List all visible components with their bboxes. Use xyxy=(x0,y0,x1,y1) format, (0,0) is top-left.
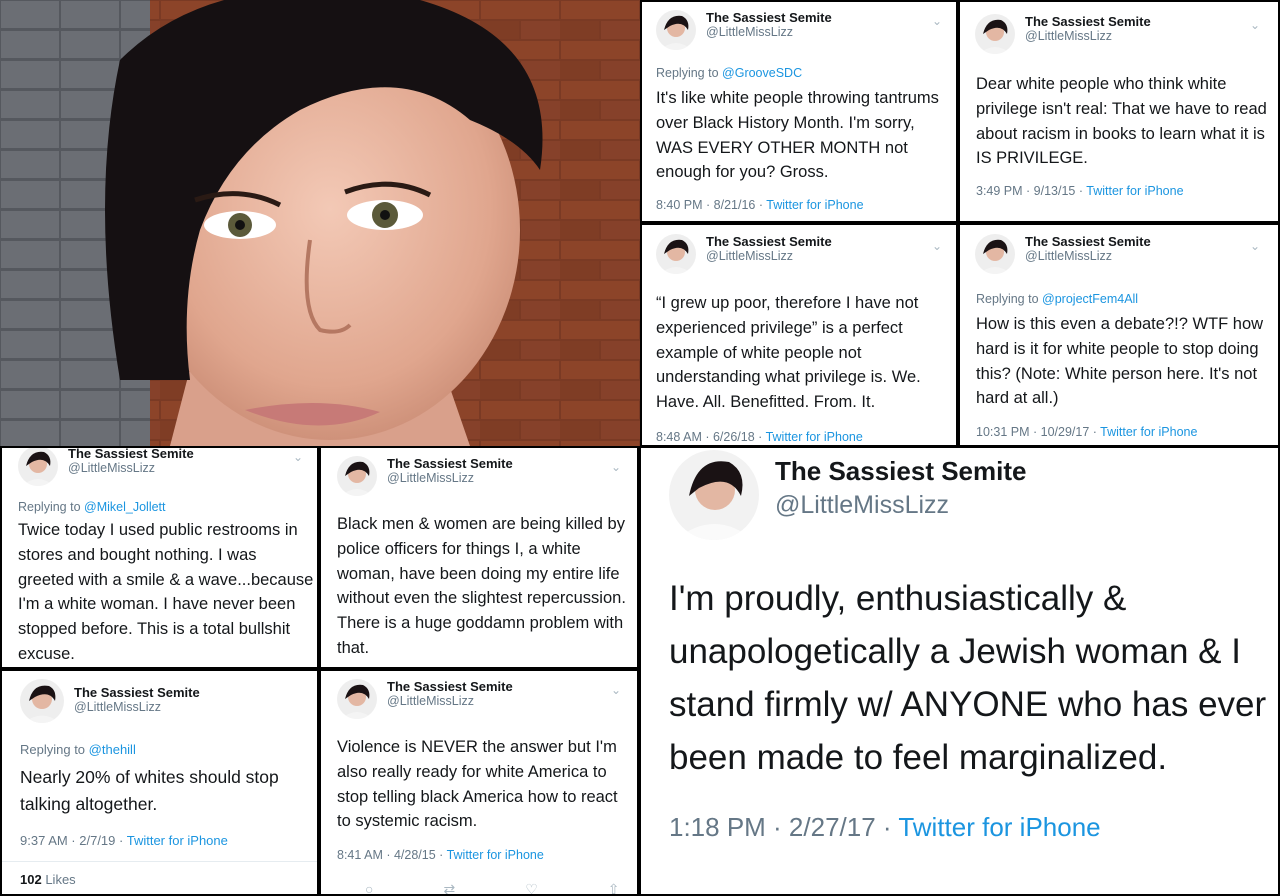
tweet-text: Nearly 20% of whites should stop talking … xyxy=(20,767,279,814)
tweet-text: How is this even a debate?!? WTF how hard… xyxy=(976,315,1264,408)
author-name[interactable]: The Sassiest Semite xyxy=(1025,14,1151,29)
avatar[interactable] xyxy=(18,448,58,486)
tweet-actions: ○ ⇄ ♡ ⇧ xyxy=(365,881,620,894)
source-link[interactable]: Twitter for iPhone xyxy=(898,812,1100,842)
author-name[interactable]: The Sassiest Semite xyxy=(706,10,832,25)
reply-to: Replying to @projectFem4All xyxy=(976,292,1139,306)
author-name[interactable]: The Sassiest Semite xyxy=(706,234,832,249)
chevron-down-icon[interactable]: ⌄ xyxy=(932,14,942,28)
tweet-text: Black men & women are being killed by pol… xyxy=(337,515,626,657)
author-handle[interactable]: @LittleMissLizz xyxy=(775,491,1026,520)
source-link[interactable]: Twitter for iPhone xyxy=(127,833,228,848)
chevron-down-icon[interactable]: ⌄ xyxy=(1250,239,1260,253)
retweet-icon[interactable]: ⇄ xyxy=(443,881,455,894)
avatar[interactable] xyxy=(20,679,64,723)
author-name[interactable]: The Sassiest Semite xyxy=(1025,234,1151,249)
share-icon[interactable]: ⇧ xyxy=(608,881,620,894)
tweet-meta: 1:18 PM · 2/27/17 · Twitter for iPhone xyxy=(669,812,1101,843)
chevron-down-icon[interactable]: ⌄ xyxy=(293,450,303,464)
author-name[interactable]: The Sassiest Semite xyxy=(387,456,513,471)
author-name[interactable]: The Sassiest Semite xyxy=(74,685,200,700)
author-handle[interactable]: @LittleMissLizz xyxy=(387,694,513,708)
reply-mention-link[interactable]: @GrooveSDC xyxy=(722,66,802,80)
reply-mention-link[interactable]: @thehill xyxy=(89,742,136,757)
avatar[interactable] xyxy=(337,679,377,719)
chevron-down-icon[interactable]: ⌄ xyxy=(1250,18,1260,32)
tweet-card: The Sassiest Semite @LittleMissLizz ⌄ Bl… xyxy=(321,448,637,667)
timestamp: 9:37 AM · 2/7/19 · xyxy=(20,833,127,848)
tweet-text: Violence is NEVER the answer but I'm also… xyxy=(337,738,618,831)
author-handle[interactable]: @LittleMissLizz xyxy=(68,461,194,475)
tweet-meta: 8:40 PM · 8/21/16 · Twitter for iPhone xyxy=(656,198,864,212)
divider xyxy=(2,861,317,862)
timestamp: 1:18 PM · 2/27/17 · xyxy=(669,812,899,842)
reply-to: Replying to @GrooveSDC xyxy=(656,66,803,80)
source-link[interactable]: Twitter for iPhone xyxy=(1086,184,1183,198)
tweet-text: Twice today I used public restrooms in st… xyxy=(18,521,314,663)
tweet-meta: 10:31 PM · 10/29/17 · Twitter for iPhone xyxy=(976,425,1197,439)
reply-to: Replying to @thehill xyxy=(20,742,136,757)
author-handle[interactable]: @LittleMissLizz xyxy=(387,471,513,485)
source-link[interactable]: Twitter for iPhone xyxy=(1100,425,1197,439)
chevron-down-icon[interactable]: ⌄ xyxy=(611,460,621,474)
author-name[interactable]: The Sassiest Semite xyxy=(68,448,194,461)
selfie-photo xyxy=(0,0,640,446)
tweet-text: I'm proudly, enthusiastically & unapologe… xyxy=(669,579,1267,777)
timestamp: 8:41 AM · 4/28/15 · xyxy=(337,848,447,862)
avatar[interactable] xyxy=(669,450,759,540)
reply-mention-link[interactable]: @Mikel_Jollett xyxy=(84,500,165,514)
tweet-text: Dear white people who think white privile… xyxy=(976,75,1267,168)
reply-mention-link[interactable]: @projectFem4All xyxy=(1042,292,1138,306)
tweet-card: The Sassiest Semite @LittleMissLizz ⌄ De… xyxy=(960,2,1278,221)
tweet-meta: 3:49 PM · 9/13/15 · Twitter for iPhone xyxy=(976,184,1184,198)
author-handle[interactable]: @LittleMissLizz xyxy=(74,700,200,714)
author-name[interactable]: The Sassiest Semite xyxy=(387,679,513,694)
source-link[interactable]: Twitter for iPhone xyxy=(447,848,544,862)
timestamp: 8:40 PM · 8/21/16 · xyxy=(656,198,767,212)
tweet-meta: 8:48 AM · 6/26/18 · Twitter for iPhone xyxy=(656,430,863,444)
tweet-card: The Sassiest Semite @LittleMissLizz ⌄ “I… xyxy=(642,225,956,445)
tweet-meta: 8:41 AM · 4/28/15 · Twitter for iPhone xyxy=(337,848,544,862)
reply-icon[interactable]: ○ xyxy=(365,881,373,894)
tweet-text: It's like white people throwing tantrums… xyxy=(656,89,939,182)
tweet-card: The Sassiest Semite @LittleMissLizz ⌄ Re… xyxy=(960,225,1278,445)
like-icon[interactable]: ♡ xyxy=(525,881,538,894)
likes-count[interactable]: 102 Likes xyxy=(20,872,76,887)
author-name[interactable]: The Sassiest Semite xyxy=(775,456,1026,487)
chevron-down-icon[interactable]: ⌄ xyxy=(611,683,621,697)
tweet-card: The Sassiest Semite @LittleMissLizz Repl… xyxy=(2,671,317,894)
tweet-card: The Sassiest Semite @LittleMissLizz ⌄ Vi… xyxy=(321,671,637,894)
tweet-text: “I grew up poor, therefore I have not exp… xyxy=(656,294,921,412)
timestamp: 3:49 PM · 9/13/15 · xyxy=(976,184,1087,198)
tweet-card: The Sassiest Semite @LittleMissLizz ⌄ Re… xyxy=(2,448,317,667)
timestamp: 10:31 PM · 10/29/17 · xyxy=(976,425,1101,439)
author-handle[interactable]: @LittleMissLizz xyxy=(706,25,832,39)
author-handle[interactable]: @LittleMissLizz xyxy=(706,249,832,263)
reply-to: Replying to @Mikel_Jollett xyxy=(18,500,166,514)
avatar[interactable] xyxy=(975,14,1015,54)
source-link[interactable]: Twitter for iPhone xyxy=(766,198,863,212)
avatar[interactable] xyxy=(656,10,696,50)
tweet-card: The Sassiest Semite @LittleMissLizz ⌄ Re… xyxy=(642,2,956,221)
tweet-meta: 9:37 AM · 2/7/19 · Twitter for iPhone xyxy=(20,833,228,848)
tweet-card-large: The Sassiest Semite @LittleMissLizz I'm … xyxy=(641,448,1278,894)
chevron-down-icon[interactable]: ⌄ xyxy=(932,239,942,253)
avatar[interactable] xyxy=(975,234,1015,274)
timestamp: 8:48 AM · 6/26/18 · xyxy=(656,430,766,444)
avatar[interactable] xyxy=(337,456,377,496)
avatar[interactable] xyxy=(656,234,696,274)
author-handle[interactable]: @LittleMissLizz xyxy=(1025,29,1151,43)
author-handle[interactable]: @LittleMissLizz xyxy=(1025,249,1151,263)
source-link[interactable]: Twitter for iPhone xyxy=(766,430,863,444)
